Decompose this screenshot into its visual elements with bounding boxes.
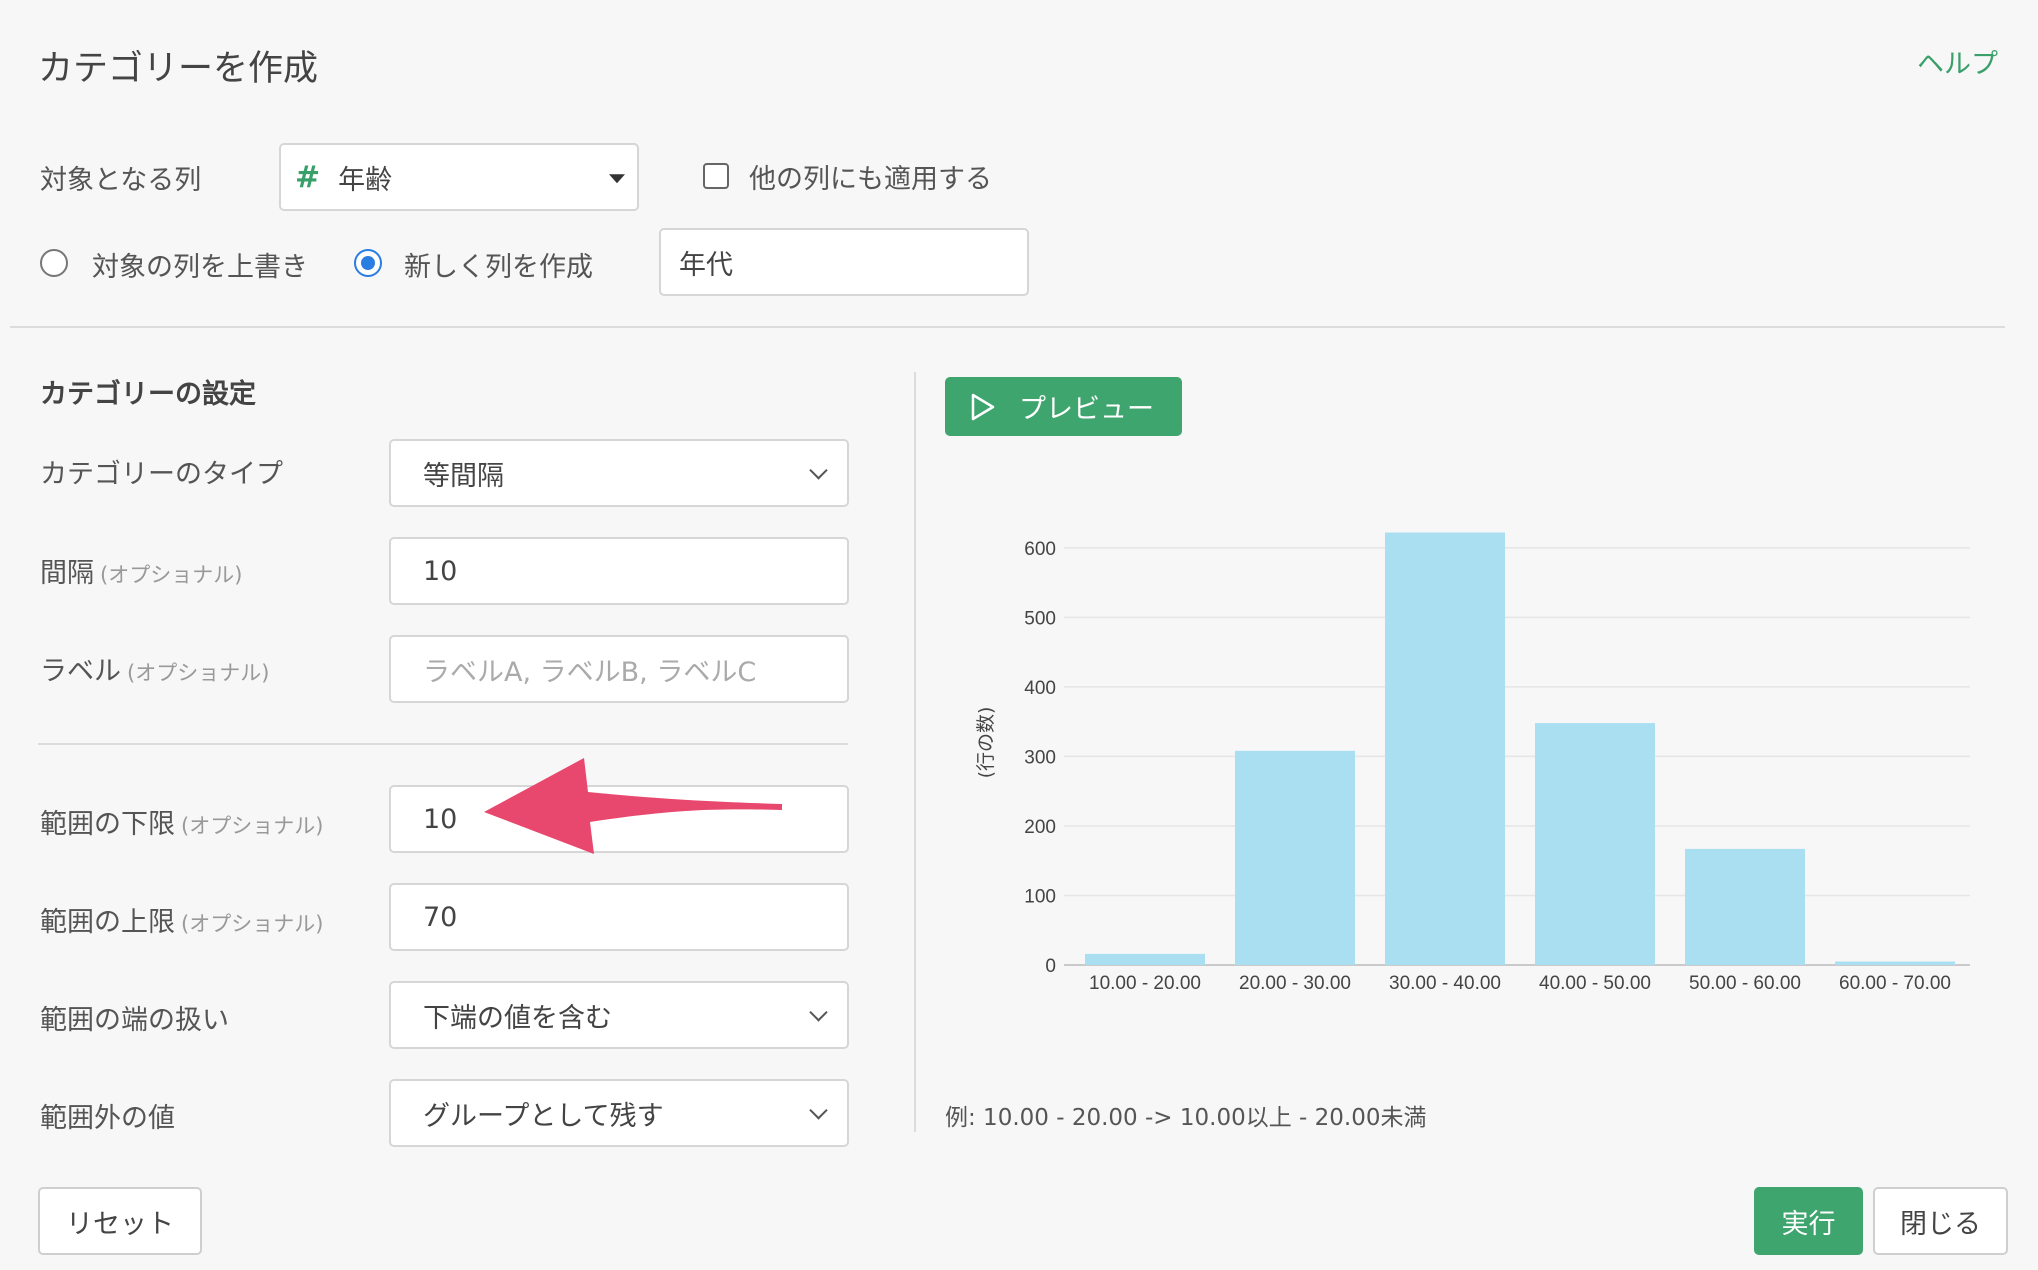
new-column-radio[interactable] xyxy=(354,249,382,277)
help-link[interactable]: ヘルプ xyxy=(1917,42,1998,81)
overwrite-label: 対象の列を上書き xyxy=(92,252,308,283)
target-column-label: 対象となる列 xyxy=(40,165,202,196)
y-tick-label: 100 xyxy=(1024,886,1056,907)
x-tick-label: 40.00 - 50.00 xyxy=(1539,973,1651,994)
histogram-bar xyxy=(1835,961,1955,965)
histogram-bar xyxy=(1535,723,1655,965)
range-lower-label: 範囲の下限 (オプショナル) xyxy=(40,809,324,840)
y-tick-label: 0 xyxy=(1045,956,1056,977)
interval-label: 間隔 (オプショナル) xyxy=(40,558,243,589)
settings-section-title: カテゴリーの設定 xyxy=(40,379,256,410)
range-example-text: 例: 10.00 - 20.00 -> 10.00以上 - 20.00未満 xyxy=(945,1105,1427,1131)
range-edge-select[interactable]: 下端の値を含む xyxy=(389,981,849,1049)
new-column-label: 新しく列を作成 xyxy=(404,252,593,283)
category-type-label: カテゴリーのタイプ xyxy=(40,459,283,490)
histogram-bar xyxy=(1385,532,1505,965)
labels-label: ラベル (オプショナル) xyxy=(40,656,270,687)
labels-input[interactable]: ラベルA, ラベルB, ラベルC xyxy=(389,635,849,703)
reset-button[interactable]: リセット xyxy=(38,1187,202,1255)
target-column-select[interactable]: # 年齢 xyxy=(279,143,639,211)
outside-values-label: 範囲外の値 xyxy=(40,1103,175,1134)
histogram-bar xyxy=(1685,848,1805,965)
category-type-select[interactable]: 等間隔 xyxy=(389,439,849,507)
range-edge-label: 範囲の端の扱い xyxy=(40,1005,229,1036)
numeric-column-icon: # xyxy=(295,159,321,195)
y-tick-label: 200 xyxy=(1024,817,1056,838)
x-tick-label: 10.00 - 20.00 xyxy=(1089,973,1201,994)
apply-other-columns-label: 他の列にも適用する xyxy=(749,164,992,195)
play-icon xyxy=(971,393,995,420)
y-axis-label: (行の数) xyxy=(975,707,997,779)
histogram-bar xyxy=(1235,750,1355,965)
y-tick-label: 500 xyxy=(1024,608,1056,629)
histogram-svg: 0 100 200 300 400 500 600 (行の数) 10.00 - 20.00 20.… xyxy=(975,532,1970,994)
new-column-name-input[interactable]: 年代 xyxy=(659,228,1029,296)
histogram-chart: 0 100 200 300 400 500 600 (行の数) 10.00 - 20.00 20.… xyxy=(960,500,1980,1000)
vertical-divider xyxy=(914,372,916,1132)
x-tick-label: 50.00 - 60.00 xyxy=(1689,973,1801,994)
y-tick-label: 400 xyxy=(1024,678,1056,699)
overwrite-radio[interactable] xyxy=(40,249,68,277)
settings-divider xyxy=(38,743,848,745)
outside-values-select[interactable]: グループとして残す xyxy=(389,1079,849,1147)
run-button[interactable]: 実行 xyxy=(1754,1187,1863,1255)
range-upper-label: 範囲の上限 (オプショナル) xyxy=(40,907,324,938)
close-button[interactable]: 閉じる xyxy=(1873,1187,2008,1255)
annotation-arrow xyxy=(484,758,782,854)
x-tick-label: 30.00 - 40.00 xyxy=(1389,973,1501,994)
range-upper-input[interactable]: 70 xyxy=(389,883,849,951)
preview-button[interactable]: プレビュー xyxy=(945,377,1182,436)
histogram-bar xyxy=(1085,953,1205,965)
top-divider xyxy=(10,326,2005,328)
y-tick-label: 300 xyxy=(1024,747,1056,768)
x-tick-label: 60.00 - 70.00 xyxy=(1839,973,1951,994)
apply-other-columns-checkbox[interactable] xyxy=(703,163,729,189)
interval-input[interactable]: 10 xyxy=(389,537,849,605)
y-tick-label: 600 xyxy=(1024,539,1056,560)
x-tick-label: 20.00 - 30.00 xyxy=(1239,973,1351,994)
dialog-title: カテゴリーを作成 xyxy=(38,49,319,89)
preview-button-label: プレビュー xyxy=(1019,394,1154,425)
target-column-value: 年齢 xyxy=(338,164,393,196)
